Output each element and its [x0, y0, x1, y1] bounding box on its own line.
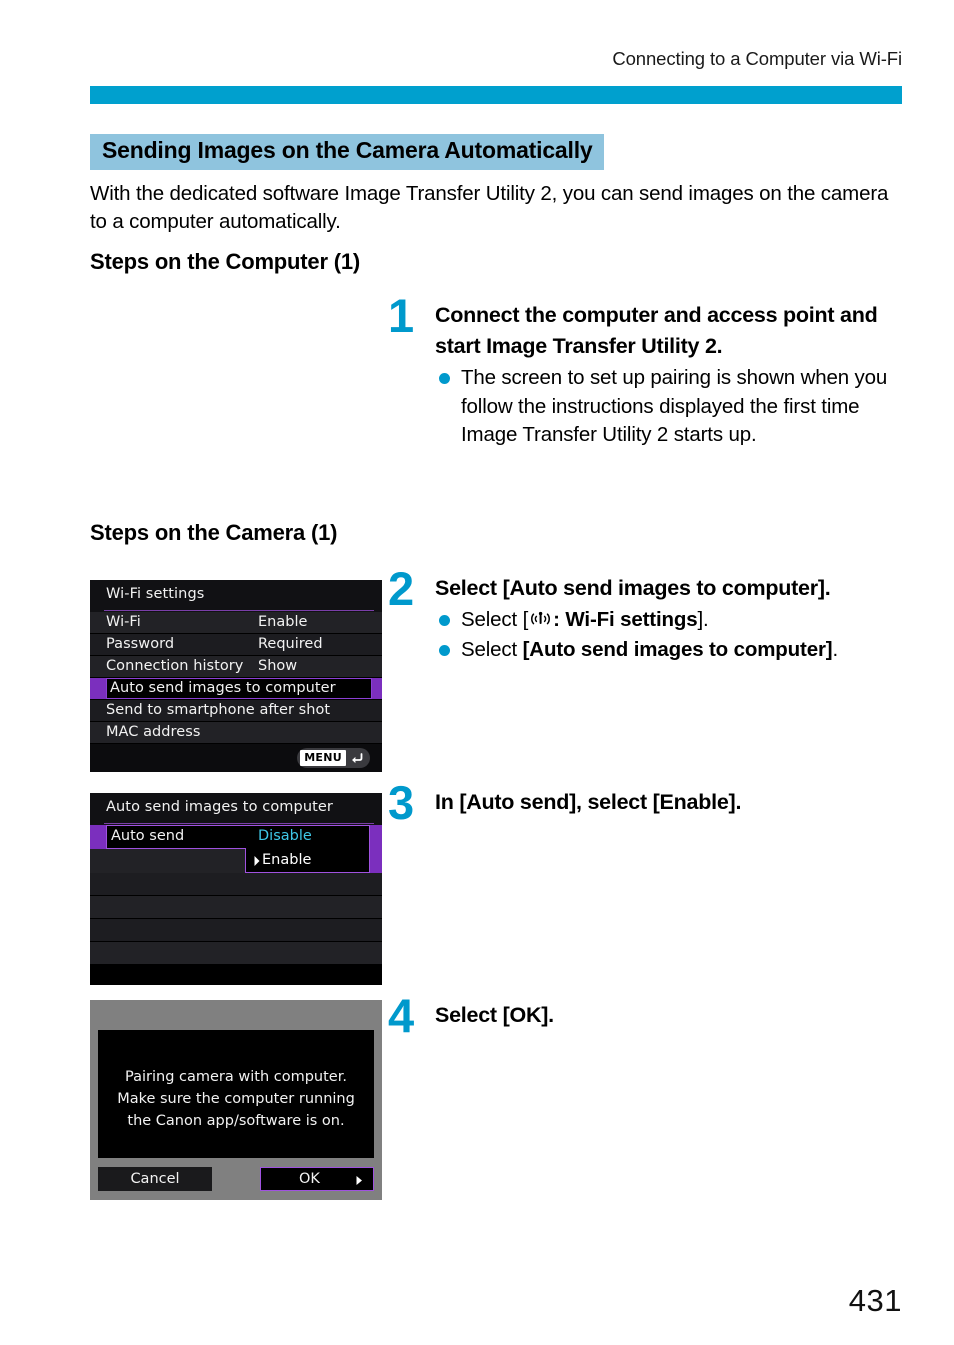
bullet-text-suffix: ].: [697, 608, 709, 632]
menu-row-value: Required: [258, 636, 323, 652]
menu-row-connection-history[interactable]: Connection history Show: [90, 656, 382, 678]
step-number-2: 2: [388, 562, 415, 615]
step-number-1: 1: [388, 289, 415, 342]
subheading-steps-on-computer: Steps on the Computer (1): [90, 249, 361, 274]
bullet-text-mid: : Wi-Fi settings: [553, 608, 698, 632]
step-2: 2 Select [Auto send images to computer].…: [388, 565, 908, 664]
empty-row: [90, 873, 382, 896]
dialog-message-line-3: the Canon app/software is on.: [127, 1113, 345, 1130]
empty-row: [90, 919, 382, 942]
menu-row-label: Send to smartphone after shot: [106, 702, 331, 718]
step-2-bullets: Select [ : Wi-Fi settings]. Select [Auto …: [435, 606, 908, 664]
menu-row-label: Password: [106, 636, 175, 652]
bullet-dot-icon: [439, 644, 450, 656]
step-1-title: Connect the computer and access point an…: [435, 303, 878, 359]
menu-list: Wi-Fi Enable Password Required Connectio…: [90, 612, 382, 744]
dialog-message-line-1: Pairing camera with computer.: [125, 1069, 347, 1085]
subheading-steps-on-camera: Steps on the Camera (1): [90, 520, 338, 545]
empty-row: [90, 942, 382, 965]
dialog-button-row: Cancel OK: [98, 1167, 374, 1191]
menu-row-wifi[interactable]: Wi-Fi Enable: [90, 612, 382, 634]
screen-title-bar: Auto send images to computer: [90, 793, 382, 825]
menu-button-label: MENU: [300, 750, 346, 766]
page-title: Sending Images on the Camera Automatical…: [90, 134, 605, 170]
screen-title: Wi-Fi settings: [106, 586, 205, 602]
empty-row: [90, 896, 382, 919]
bullet-dot-icon: [439, 373, 450, 385]
step-number-3: 3: [388, 776, 415, 829]
dropdown-option-label: Enable: [262, 852, 312, 868]
menu-row-value: Show: [258, 658, 298, 674]
page-number: 431: [848, 1283, 902, 1318]
wifi-icon: [528, 611, 553, 627]
step-3-title: In [Auto send], select [Enable].: [435, 790, 742, 814]
setting-current-value: Disable: [258, 828, 312, 844]
header-rule: [90, 86, 902, 104]
bullet-text-bold: [Auto send images to computer]: [522, 637, 833, 661]
step-1: 1 Connect the computer and access point …: [388, 292, 908, 450]
menu-row-value: Enable: [258, 614, 308, 630]
right-arrow-icon: [355, 1175, 364, 1186]
dialog-box: Pairing camera with computer. Make sure …: [98, 1030, 374, 1158]
step-1-bullets: The screen to set up pairing is shown wh…: [435, 364, 908, 449]
menu-row-auto-send-images-to-computer[interactable]: Auto send images to computer: [90, 678, 382, 700]
menu-row-label: MAC address: [106, 724, 201, 740]
camera-screenshot-wifi-settings: Wi-Fi settings Wi-Fi Enable Password Req…: [90, 580, 382, 772]
title-underline: [104, 822, 374, 824]
dropdown-option-enable[interactable]: Enable: [90, 848, 382, 873]
bullet-dot-icon: [439, 615, 450, 627]
running-header: Connecting to a Computer via Wi-Fi: [612, 48, 902, 69]
camera-screenshot-pairing-dialog: Pairing camera with computer. Make sure …: [90, 1000, 382, 1200]
step-number-4: 4: [388, 989, 415, 1042]
screen-title: Auto send images to computer: [106, 799, 333, 815]
step-2-title: Select [Auto send images to computer].: [435, 576, 831, 600]
cancel-button[interactable]: Cancel: [98, 1167, 212, 1191]
list-item: The screen to set up pairing is shown wh…: [435, 364, 908, 449]
right-arrow-icon: [253, 855, 261, 867]
setting-row-auto-send[interactable]: Auto send Disable: [90, 825, 382, 849]
bullet-text-prefix: Select [: [461, 608, 529, 632]
camera-screenshot-auto-send: Auto send images to computer Auto send D…: [90, 793, 382, 985]
dropdown-highlight-edge: [370, 848, 382, 873]
menu-row-send-to-smartphone-after-shot[interactable]: Send to smartphone after shot: [90, 700, 382, 722]
dialog-backdrop: Pairing camera with computer. Make sure …: [90, 1000, 382, 1200]
list-item: Select [Auto send images to computer].: [435, 636, 908, 664]
step-3: 3 In [Auto send], select [Enable].: [388, 779, 908, 826]
return-arrow-icon: [350, 752, 365, 765]
step-4: 4 Select [OK].: [388, 992, 908, 1039]
dialog-message-line-2: Make sure the computer running: [117, 1091, 355, 1108]
title-underline: [104, 609, 374, 611]
ok-button[interactable]: OK: [260, 1167, 374, 1191]
bullet-text: The screen to set up pairing is shown wh…: [461, 366, 888, 447]
bullet-text-suffix: .: [832, 637, 839, 661]
menu-button[interactable]: MENU: [297, 748, 370, 768]
screen-footer: [90, 965, 382, 985]
menu-row-password[interactable]: Password Required: [90, 634, 382, 656]
dialog-message: Pairing camera with computer. Make sure …: [98, 1066, 374, 1132]
menu-row-label: Connection history: [106, 658, 244, 674]
setting-label: Auto send: [111, 828, 185, 844]
screen-title-bar: Wi-Fi settings: [90, 580, 382, 612]
step-4-title: Select [OK].: [435, 1003, 554, 1027]
bullet-text-prefix: Select: [461, 637, 523, 661]
menu-row-label: Wi-Fi: [106, 614, 141, 630]
ok-button-label: OK: [299, 1171, 320, 1187]
menu-row-mac-address[interactable]: MAC address: [90, 722, 382, 744]
screen-footer: MENU: [90, 744, 382, 772]
intro-paragraph: With the dedicated software Image Transf…: [90, 182, 889, 234]
menu-row-label: Auto send images to computer: [110, 680, 336, 696]
list-item: Select [ : Wi-Fi settings].: [435, 606, 908, 634]
